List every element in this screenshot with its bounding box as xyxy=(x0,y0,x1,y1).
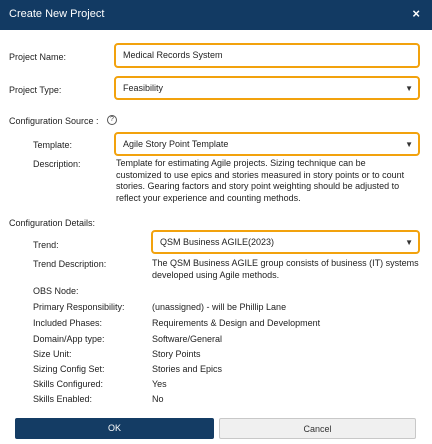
chevron-down-icon: ▼ xyxy=(405,238,413,247)
trend-description: The QSM Business AGILE group consists of… xyxy=(152,258,419,280)
project-type-select[interactable]: Feasibility ▼ xyxy=(114,76,420,100)
trend-label: Trend: xyxy=(33,240,59,250)
chevron-down-icon: ▼ xyxy=(405,84,413,93)
detail-value-skills-enabled: No xyxy=(152,394,164,404)
trend-description-label: Trend Description: xyxy=(33,259,107,269)
template-description: Template for estimating Agile projects. … xyxy=(116,158,405,203)
detail-label-sizing-config-set: Sizing Config Set: xyxy=(33,364,105,374)
trend-select[interactable]: QSM Business AGILE(2023) ▼ xyxy=(151,230,420,254)
cancel-button[interactable]: Cancel xyxy=(219,418,416,439)
detail-value-domain-app-type: Software/General xyxy=(152,334,223,344)
chevron-down-icon: ▼ xyxy=(405,140,413,149)
detail-label-skills-enabled: Skills Enabled: xyxy=(33,394,93,404)
help-icon[interactable]: ? xyxy=(107,115,117,125)
detail-value-skills-configured: Yes xyxy=(152,379,167,389)
detail-value-sizing-config-set: Stories and Epics xyxy=(152,364,223,374)
project-type-value: Feasibility xyxy=(123,83,164,93)
trend-value: QSM Business AGILE(2023) xyxy=(160,237,275,247)
detail-value-included-phases: Requirements & Design and Development xyxy=(152,318,321,328)
dialog-titlebar: Create New Project × xyxy=(0,0,432,30)
config-details-label: Configuration Details: xyxy=(9,218,96,228)
project-name-label: Project Name: xyxy=(9,52,67,62)
description-label: Description: xyxy=(33,159,81,169)
template-value: Agile Story Point Template xyxy=(123,139,229,149)
detail-label-included-phases: Included Phases: xyxy=(33,318,103,328)
detail-label-primary-responsibility: Primary Responsibility: xyxy=(33,302,125,312)
project-type-label: Project Type: xyxy=(9,85,62,95)
ok-button[interactable]: OK xyxy=(15,418,214,439)
project-name-input[interactable]: Medical Records System xyxy=(114,43,420,68)
detail-label-domain-app-type: Domain/App type: xyxy=(33,334,105,344)
project-name-value: Medical Records System xyxy=(123,50,223,60)
config-source-label: Configuration Source : xyxy=(9,116,99,126)
detail-label-size-unit: Size Unit: xyxy=(33,349,72,359)
template-select[interactable]: Agile Story Point Template ▼ xyxy=(114,132,420,156)
detail-value-primary-responsibility: (unassigned) - will be Phillip Lane xyxy=(152,302,287,312)
template-label: Template: xyxy=(33,140,73,150)
close-icon[interactable]: × xyxy=(412,6,420,21)
detail-label-obs-node: OBS Node: xyxy=(33,286,79,296)
detail-label-skills-configured: Skills Configured: xyxy=(33,379,104,389)
detail-value-size-unit: Story Points xyxy=(152,349,201,359)
dialog-title: Create New Project xyxy=(9,8,105,20)
